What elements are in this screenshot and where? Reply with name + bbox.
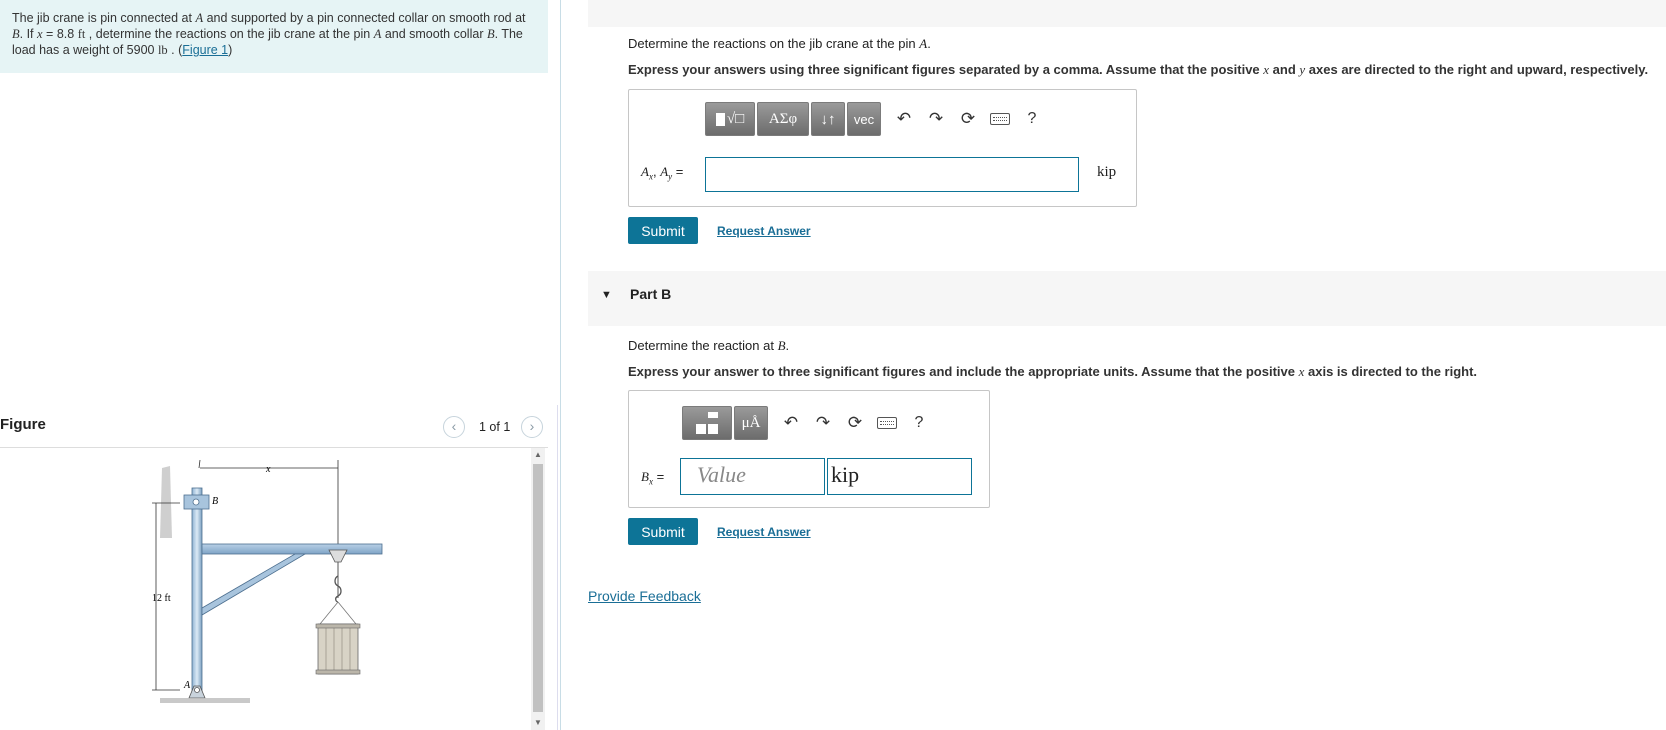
reset-icon[interactable]: ⟳ <box>953 104 983 134</box>
next-figure-button[interactable]: › <box>521 416 543 438</box>
units-template-button[interactable] <box>682 406 732 440</box>
keyboard-icon[interactable] <box>985 104 1015 134</box>
scroll-up-arrow[interactable]: ▲ <box>531 450 545 462</box>
dim-x-label: x <box>265 464 271 475</box>
scroll-thumb[interactable] <box>533 464 543 712</box>
part-b-request-answer-link[interactable]: Request Answer <box>717 525 811 539</box>
var-B: B <box>777 338 786 353</box>
part-b-submit-button[interactable]: Submit <box>628 518 698 545</box>
label-B: B <box>212 496 218 507</box>
part-a-toolbar: √□ ΑΣφ ↓↑ vec ↶ ↷ ⟳ ? <box>705 102 1047 136</box>
figure-counter: 1 of 1 <box>479 420 511 434</box>
text-segment: and supported by a pin connected collar … <box>203 11 526 25</box>
text-segment: axes are directed to the right and upwar… <box>1305 62 1649 77</box>
text-segment: . ( <box>167 43 183 57</box>
text-segment: Express your answer to three significant… <box>628 364 1299 379</box>
scroll-down-arrow[interactable]: ▼ <box>531 718 545 730</box>
help-button[interactable]: ? <box>904 408 934 438</box>
part-b-title[interactable]: Part B <box>630 286 671 302</box>
part-a-request-answer-link[interactable]: Request Answer <box>717 224 811 238</box>
text-segment: Determine the reaction at <box>628 338 778 353</box>
dim-height-label: 12 ft <box>152 593 171 604</box>
part-a-instructions: Express your answers using three signifi… <box>628 62 1648 78</box>
redo-icon[interactable]: ↷ <box>808 408 838 438</box>
part-b-value-input[interactable]: Value <box>680 458 825 495</box>
collapse-triangle-icon[interactable]: ▼ <box>601 289 612 301</box>
templates-button[interactable]: √□ <box>705 102 755 136</box>
help-button[interactable]: ? <box>1017 104 1047 134</box>
text-segment: and <box>1269 62 1300 77</box>
prev-figure-button[interactable]: ‹ <box>443 416 465 438</box>
figure-divider-line <box>0 447 548 448</box>
part-a-answer-label: Ax, Ay = <box>641 164 683 182</box>
wall-hatch <box>160 466 172 538</box>
var-B: B <box>641 469 649 484</box>
text-segment: . <box>927 36 931 51</box>
provide-feedback-link[interactable]: Provide Feedback <box>588 588 701 604</box>
text-segment: Determine the reactions on the jib crane… <box>628 36 920 51</box>
crate-load <box>317 623 359 675</box>
var-A: A <box>641 164 649 179</box>
text-segment: . <box>785 338 790 353</box>
part-a-answer-input[interactable] <box>705 157 1079 192</box>
part-b-instructions: Express your answer to three significant… <box>628 364 1477 380</box>
part-b-question: Determine the reaction at B. <box>628 338 789 354</box>
redo-icon[interactable]: ↷ <box>921 104 951 134</box>
reset-icon[interactable]: ⟳ <box>840 408 870 438</box>
part-a-header-bar <box>588 0 1666 27</box>
label-A: A <box>183 680 191 691</box>
vec-button[interactable]: vec <box>847 102 881 136</box>
text-segment: , determine the reactions on the jib cra… <box>85 27 374 41</box>
figure-divider <box>557 405 558 730</box>
problem-text: The jib crane is pin connected at A and … <box>12 10 537 58</box>
part-a-question: Determine the reactions on the jib crane… <box>628 36 931 52</box>
part-b-answer-box: μÅ ↶ ↷ ⟳ ? Bx = Value kip <box>628 390 990 508</box>
arrows-button[interactable]: ↓↑ <box>811 102 845 136</box>
var-A: A <box>195 11 204 25</box>
text-segment: = <box>652 469 665 484</box>
figure-scrollbar[interactable]: ▲ ▼ <box>531 448 545 730</box>
unit-lb: lb <box>157 43 168 57</box>
part-b-header-bar: ▼ Part B <box>588 271 1666 326</box>
text-segment: = 8.8 <box>42 27 78 41</box>
var-A: A <box>660 164 669 179</box>
figure-navigation: ‹ 1 of 1 › <box>443 416 548 438</box>
text-segment: and smooth collar <box>381 27 487 41</box>
part-b-units-input[interactable]: kip <box>827 458 972 495</box>
pane-divider[interactable] <box>560 0 561 730</box>
var-B: B <box>486 27 495 41</box>
undo-icon[interactable]: ↶ <box>889 104 919 134</box>
problem-statement-panel: The jib crane is pin connected at A and … <box>0 0 548 73</box>
units-template-icon <box>696 412 718 434</box>
var-A: A <box>919 36 928 51</box>
text-segment: The jib crane is pin connected at <box>12 11 196 25</box>
templates-icon: √□ <box>715 111 744 128</box>
units-button[interactable]: μÅ <box>734 406 768 440</box>
text-segment: Express your answers using three signifi… <box>628 62 1264 77</box>
horizontal-beam <box>201 543 383 555</box>
figure-link[interactable]: Figure 1 <box>182 43 228 57</box>
part-a-unit: kip <box>1097 164 1117 180</box>
part-a-answer-box: √□ ΑΣφ ↓↑ vec ↶ ↷ ⟳ ? Ax, Ay = kip <box>628 89 1137 207</box>
text-segment: = <box>672 164 684 179</box>
text-segment: ) <box>228 43 233 57</box>
jib-crane-figure: x 12 ft B A <box>152 459 383 703</box>
part-b-toolbar: μÅ ↶ ↷ ⟳ ? <box>682 406 934 440</box>
keyboard-icon[interactable] <box>872 408 902 438</box>
diagonal-strut <box>201 553 307 616</box>
greek-symbols-button[interactable]: ΑΣφ <box>757 102 809 136</box>
part-b-answer-label: Bx = <box>641 469 664 487</box>
text-segment: . If <box>19 27 38 41</box>
ground <box>160 698 250 703</box>
var-B: B <box>12 27 20 41</box>
vertical-pole <box>191 487 203 694</box>
undo-icon[interactable]: ↶ <box>776 408 806 438</box>
part-a-submit-button[interactable]: Submit <box>628 217 698 244</box>
text-segment: axis is directed to the right. <box>1304 364 1478 379</box>
trolley <box>328 549 348 563</box>
figure-title: Figure <box>0 416 46 433</box>
